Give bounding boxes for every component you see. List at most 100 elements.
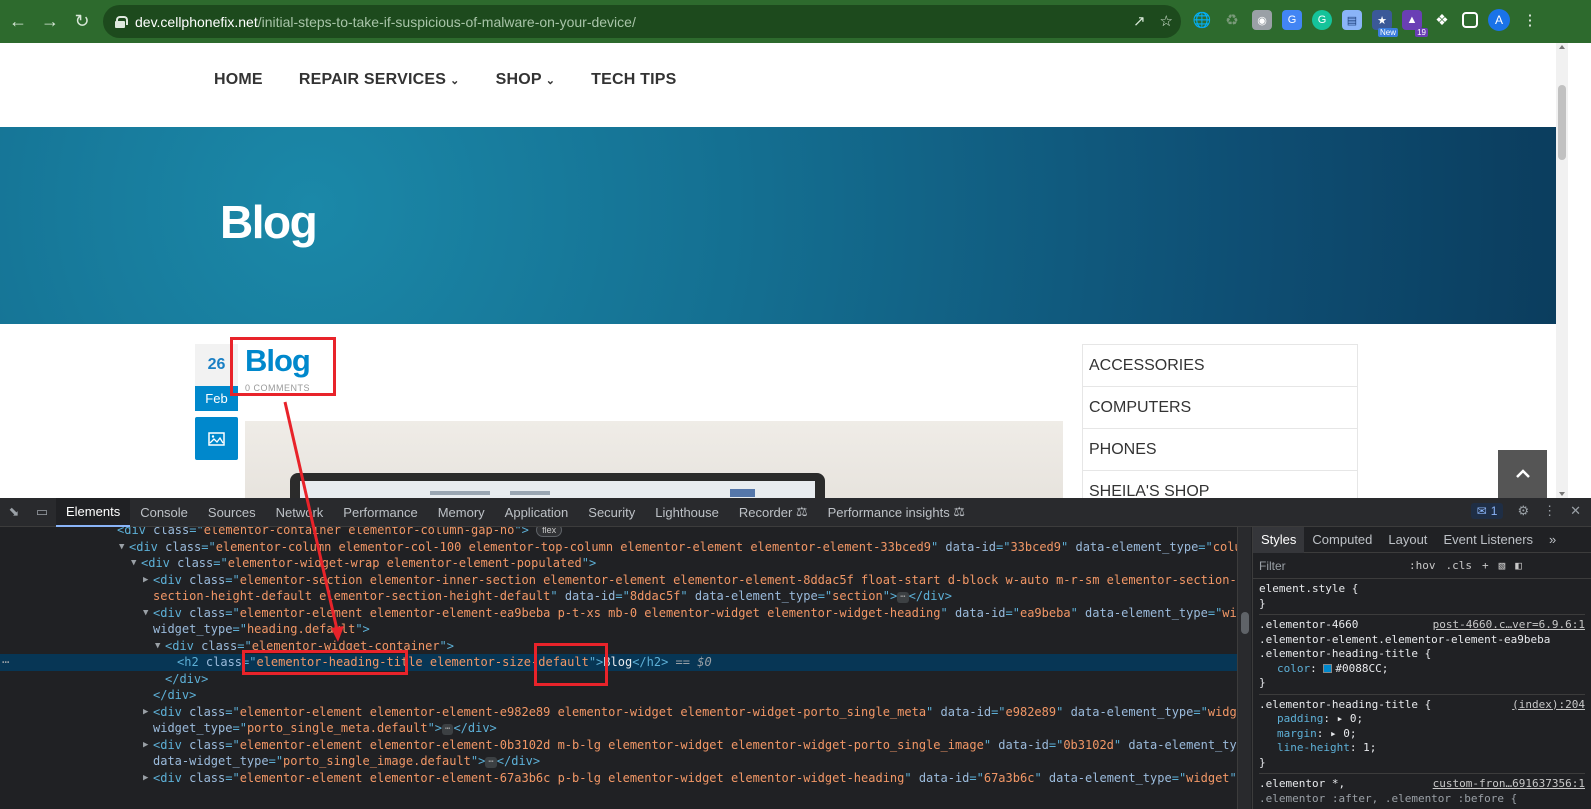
styles-pane: Styles Computed Layout Event Listeners »… [1252, 526, 1591, 809]
device-toolbar-icon[interactable]: ▭ [28, 498, 56, 527]
tab-memory[interactable]: Memory [428, 498, 495, 527]
forward-icon[interactable]: → [36, 8, 64, 36]
dom-node-wrap: widget_type="porto_single_meta.default">… [153, 721, 497, 735]
category-computers[interactable]: COMPUTERS [1083, 387, 1357, 429]
css-rule[interactable]: .elementor-heading-title { (index):204 p… [1259, 698, 1585, 774]
browser-menu-icon[interactable]: ⋮ [1520, 10, 1540, 30]
scroll-to-top-button[interactable] [1498, 450, 1547, 498]
css-rule-element-style[interactable]: element.style { } [1259, 582, 1585, 615]
tab-performance[interactable]: Performance [333, 498, 427, 527]
puzzle-extensions-icon[interactable]: ❖ [1432, 10, 1452, 30]
share-icon[interactable]: ↗ [1133, 12, 1146, 30]
category-accessories[interactable]: ACCESSORIES [1083, 345, 1357, 387]
hover-state-toggle[interactable]: :hov [1409, 559, 1436, 572]
page-scrollbar[interactable] [1556, 43, 1568, 498]
tab-lighthouse[interactable]: Lighthouse [645, 498, 729, 527]
nav-home[interactable]: HOME [214, 71, 263, 89]
back-icon[interactable]: ← [4, 8, 32, 36]
dom-tree-scrollbar[interactable] [1237, 527, 1251, 809]
dom-node[interactable]: ▶ <div class="elementor-element elementor… [0, 770, 1237, 787]
css-rule[interactable]: .elementor-4660 post-4660.c…ver=6.9.6:1 … [1259, 618, 1585, 695]
flask-icon: ⚖ [795, 504, 808, 519]
css-source-link[interactable]: (index):204 [1512, 698, 1585, 713]
add-rule-icon[interactable]: + [1482, 559, 1489, 572]
tab-layout[interactable]: Layout [1380, 527, 1435, 553]
tab-event-listeners[interactable]: Event Listeners [1435, 527, 1541, 553]
post-title[interactable]: Blog [245, 343, 311, 379]
more-tabs-icon[interactable]: » [1541, 527, 1564, 553]
tab-security[interactable]: Security [578, 498, 645, 527]
tab-styles[interactable]: Styles [1253, 526, 1305, 553]
dom-node[interactable]: ▶ <div class="elementor-element elementor… [0, 737, 1237, 754]
address-bar[interactable]: dev.cellphonefix.net/initial-steps-to-ta… [103, 5, 1181, 38]
styles-filter-input[interactable]: Filter [1259, 559, 1399, 573]
dom-node-close[interactable]: </div> [0, 687, 1237, 704]
styles-tab-bar: Styles Computed Layout Event Listeners » [1253, 526, 1591, 553]
chevron-down-icon: ⌄ [450, 75, 460, 87]
chevron-up-icon [1515, 469, 1530, 478]
category-phones[interactable]: PHONES [1083, 429, 1357, 471]
css-source-link[interactable]: custom-fron…691637356:1 [1433, 777, 1585, 792]
document-extension-icon[interactable]: ▤ [1342, 10, 1362, 30]
close-devtools-icon[interactable]: ✕ [1570, 503, 1581, 519]
post-date: 26 Feb [195, 344, 238, 411]
nav-shop[interactable]: SHOP ⌄ [496, 71, 556, 89]
dom-node[interactable]: ▶ <div class="elementor-element elementor… [0, 704, 1237, 721]
post-featured-image [245, 421, 1063, 498]
tab-network[interactable]: Network [266, 498, 334, 527]
dom-node[interactable]: ▼ <div class="elementor-element elementor… [0, 605, 1237, 622]
dom-node[interactable]: ▼ <div class="elementor-widget-wrap eleme… [0, 555, 1237, 572]
color-swatch[interactable] [1323, 663, 1333, 673]
tab-elements[interactable]: Elements [56, 497, 131, 527]
nav-tech-tips[interactable]: TECH TIPS [591, 71, 676, 89]
tab-sources[interactable]: Sources [198, 498, 266, 527]
recycle-extension-icon[interactable]: ♻ [1222, 10, 1242, 30]
tab-computed[interactable]: Computed [1304, 527, 1380, 553]
dom-node-wrap: section-height-default elementor-section… [153, 589, 952, 603]
post-format-image-icon [195, 417, 238, 460]
hero-banner: Blog [0, 127, 1556, 324]
extensions-bar: 🌐 ♻ ◉ G G ▤ ★ New ▲ 19 ❖ A ⋮ [1192, 9, 1540, 37]
issues-badge[interactable]: ✉ 1 [1470, 503, 1504, 519]
css-rules: element.style { } .elementor-4660 post-4… [1253, 579, 1591, 809]
grammarly-extension-icon[interactable]: G [1312, 10, 1332, 30]
settings-gear-icon[interactable]: ⚙ [1517, 503, 1529, 519]
tab-console[interactable]: Console [130, 498, 198, 527]
class-toggle[interactable]: .cls [1446, 559, 1473, 572]
dom-node[interactable]: ▶ <div class="elementor-section elementor… [0, 572, 1237, 589]
bookmark-star-icon[interactable]: ☆ [1160, 12, 1173, 30]
dom-node[interactable]: ▼ <div class="elementor-column elementor-… [0, 539, 1237, 556]
sidebar-toggle-icon[interactable]: ◧ [1515, 559, 1522, 572]
purple-extension-icon[interactable]: ▲ 19 [1402, 10, 1428, 37]
dom-node[interactable]: <div class="elementor-container elemento… [0, 527, 1237, 539]
dom-tree[interactable]: <div class="elementor-container elemento… [0, 527, 1237, 809]
css-source-link[interactable]: post-4660.c…ver=6.9.6:1 [1433, 618, 1585, 633]
dom-node[interactable]: ▼ <div class="elementor-widget-container"… [0, 638, 1237, 655]
post-comments-count[interactable]: 0 COMMENTS [245, 383, 310, 393]
side-panel-icon[interactable] [1462, 12, 1478, 28]
dom-node-close[interactable]: </div> [0, 671, 1237, 688]
more-options-icon[interactable]: ⋮ [1543, 503, 1556, 519]
inspect-element-icon[interactable]: ⬊ [0, 498, 28, 527]
hero-title: Blog [220, 196, 318, 248]
page-viewport: HOME REPAIR SERVICES ⌄ SHOP ⌄ TECH TIPS Bl… [0, 43, 1591, 498]
dom-node-selected[interactable]: ⋯ <h2 class="elementor-heading-title elem… [0, 654, 1237, 671]
profile-avatar[interactable]: A [1488, 9, 1510, 31]
devtools-panel: ⬊ ▭ Elements Console Sources Network Per… [0, 497, 1591, 809]
tab-recorder[interactable]: Recorder ⚖ [729, 498, 818, 527]
category-sheilas-shop[interactable]: SHEILA'S SHOP [1083, 471, 1357, 499]
post-date-month: Feb [195, 386, 238, 411]
new-extension-icon[interactable]: ★ New [1372, 10, 1398, 37]
reload-icon[interactable]: ↻ [68, 8, 96, 36]
camera-extension-icon[interactable]: ◉ [1252, 10, 1272, 30]
globe-extension-icon[interactable]: 🌐 [1192, 10, 1212, 30]
nav-repair-services[interactable]: REPAIR SERVICES ⌄ [299, 71, 460, 89]
sidebar-category-list: ACCESSORIES COMPUTERS PHONES SHEILA'S SH… [1082, 344, 1358, 498]
css-rule[interactable]: .elementor *, custom-fron…691637356:1 .e… [1259, 777, 1585, 809]
styles-filter-bar: Filter :hov .cls + ▧ ◧ [1253, 553, 1591, 579]
paint-icon[interactable]: ▧ [1499, 559, 1506, 572]
translate-extension-icon[interactable]: G [1282, 10, 1302, 30]
tab-application[interactable]: Application [495, 498, 579, 527]
flask-icon: ⚖ [953, 504, 966, 519]
tab-performance-insights[interactable]: Performance insights ⚖ [818, 498, 975, 527]
